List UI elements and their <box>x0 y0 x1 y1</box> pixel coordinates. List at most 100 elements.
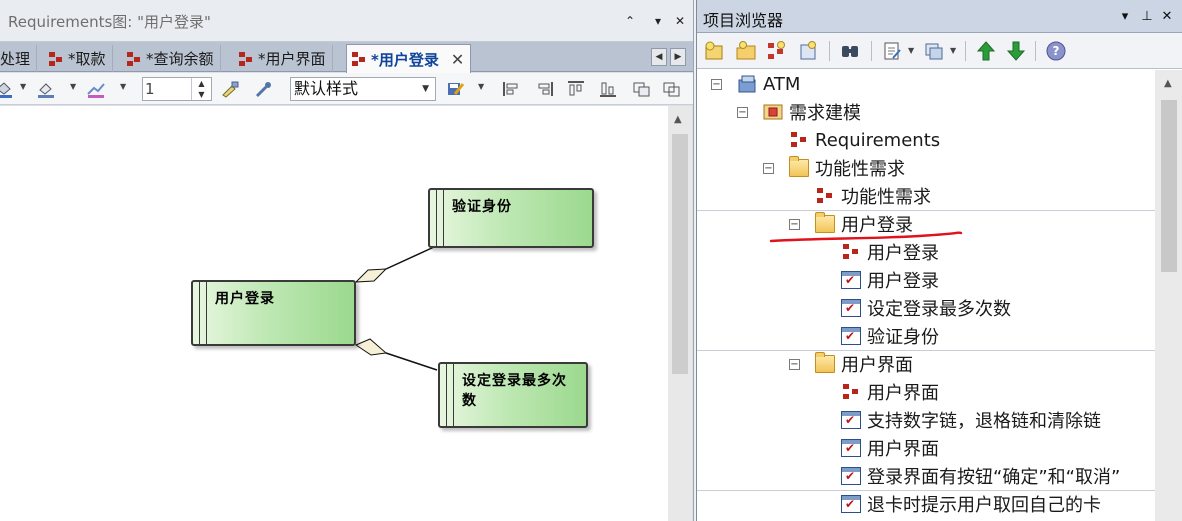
tree-item-label: 需求建模 <box>789 103 861 124</box>
aggregation-diamond-icon <box>354 268 388 283</box>
tab-withdraw[interactable]: *取款 <box>44 45 113 72</box>
requirement-element[interactable]: 用户登录 <box>191 280 356 346</box>
collapse-toggle[interactable]: − <box>789 219 800 230</box>
tree-item-user-interface-requirement[interactable]: 用户界面 <box>841 434 939 462</box>
diagram-window: Requirements图: "用户登录" ⌃ ▾ ✕ 处理 *取款 *查询余额… <box>0 0 694 521</box>
tree-item-max-login-attempts[interactable]: 设定登录最多次数 <box>841 294 1011 322</box>
requirement-element[interactable]: 验证身份 <box>428 188 594 248</box>
style-select[interactable]: 默认样式 ▼ <box>290 77 436 101</box>
tree-item-requirements-diagram[interactable]: Requirements <box>789 126 940 154</box>
requirement-element[interactable]: 设定登录最多次数 <box>438 362 588 428</box>
close-tab-icon[interactable]: ✕ <box>451 50 464 69</box>
collapse-toggle[interactable]: − <box>711 79 722 90</box>
tree-item-keypad-support[interactable]: 支持数字链，退格链和清除链 <box>841 406 1101 434</box>
line-style-icon[interactable] <box>86 80 106 98</box>
toolbar-separator <box>871 41 872 61</box>
requirements-diagram-icon <box>48 51 64 67</box>
package-model-icon <box>737 75 757 93</box>
tree-item-functional-requirements[interactable]: 功能性需求 <box>789 154 905 182</box>
align-bottom-icon[interactable] <box>598 80 618 98</box>
fill-color-icon[interactable] <box>0 80 14 98</box>
diagram-canvas[interactable]: 验证身份 用户登录 设定登录最多次数 <box>0 106 668 521</box>
toolbar-separator <box>965 41 966 61</box>
requirements-diagram-icon <box>815 187 835 205</box>
collapse-toggle[interactable]: − <box>789 359 800 370</box>
chevron-down-icon[interactable]: ▼ <box>908 46 914 55</box>
tree-item-login-buttons[interactable]: 登录界面有按钮“确定”和“取消” <box>841 462 1120 490</box>
windows-icon[interactable] <box>923 40 945 62</box>
chevron-down-icon[interactable]: ▼ <box>70 82 76 91</box>
tree-item-user-login-diagram[interactable]: 用户登录 <box>841 238 939 266</box>
move-down-icon[interactable] <box>1005 40 1027 62</box>
folder-icon <box>815 352 835 373</box>
line-width-input[interactable] <box>145 80 189 98</box>
folder-icon <box>789 156 809 177</box>
tree-item-atm[interactable]: ATM <box>737 70 800 98</box>
tree-item-requirement-model[interactable]: 需求建模 <box>763 98 861 126</box>
close-window-button[interactable]: ✕ <box>672 12 688 30</box>
properties-icon[interactable] <box>881 40 903 62</box>
new-model-icon[interactable] <box>703 40 725 62</box>
pin-panel-button[interactable]: ⊥ <box>1139 8 1155 26</box>
tree-item-label: 验证身份 <box>867 327 939 348</box>
diagram-window-title: Requirements图: "用户登录" <box>8 13 211 31</box>
line-width-stepper[interactable]: ▲▼ <box>142 77 212 101</box>
requirements-diagram-icon <box>841 383 861 401</box>
chevron-down-icon[interactable]: ▼ <box>478 82 484 91</box>
tab-user-login[interactable]: *用户登录 ✕ <box>346 44 472 73</box>
move-up-icon[interactable] <box>975 40 997 62</box>
tab-scroll-left-button[interactable]: ◀ <box>651 48 667 66</box>
chevron-down-icon[interactable]: ▼ <box>120 82 126 91</box>
tab-user-interface[interactable]: *用户界面 <box>234 45 333 72</box>
float-window-button[interactable]: ⌃ <box>622 12 638 30</box>
toolbar-separator <box>1035 41 1036 61</box>
panel-menu-button[interactable]: ▾ <box>1117 8 1133 26</box>
scroll-up-icon[interactable]: ▲ <box>674 114 682 125</box>
bring-to-front-icon[interactable] <box>662 80 682 98</box>
tree-item-verify-identity[interactable]: 验证身份 <box>841 322 939 350</box>
connector-line[interactable] <box>385 352 438 371</box>
chevron-down-icon[interactable]: ▼ <box>950 46 956 55</box>
spin-buttons[interactable]: ▲ ▼ <box>191 78 211 100</box>
help-icon[interactable]: ? <box>1045 40 1067 62</box>
align-right-icon[interactable] <box>534 80 554 98</box>
new-package-icon[interactable] <box>735 40 757 62</box>
tree-item-user-login-requirement[interactable]: 用户登录 <box>841 266 939 294</box>
eyedropper-icon[interactable] <box>254 80 274 98</box>
format-painter-icon[interactable] <box>220 80 240 98</box>
collapse-toggle[interactable]: − <box>763 163 774 174</box>
save-style-icon[interactable] <box>446 80 466 98</box>
window-menu-button[interactable]: ▾ <box>650 12 666 30</box>
row-divider <box>697 350 1155 351</box>
line-color-icon[interactable] <box>36 80 56 98</box>
find-in-project-icon[interactable] <box>839 40 861 62</box>
tab-chuli[interactable]: 处理 <box>0 45 38 72</box>
row-divider <box>697 210 1155 211</box>
svg-text:?: ? <box>1053 44 1060 58</box>
project-tree-scrollbar[interactable]: ▲ <box>1155 70 1182 521</box>
diagram-toolbar: ▼ ▼ ▼ ▲▼ 默认样式 ▼ ▼ <box>0 73 693 105</box>
tree-item-card-return-prompt[interactable]: 退卡时提示用户取回自己的卡 <box>841 490 1101 518</box>
align-left-icon[interactable] <box>502 80 522 98</box>
tree-item-label: 用户登录 <box>867 243 939 264</box>
scroll-up-icon[interactable]: ▲ <box>1164 78 1172 89</box>
same-size-icon[interactable] <box>632 80 652 98</box>
scrollbar-thumb[interactable] <box>672 134 688 374</box>
scrollbar-thumb[interactable] <box>1161 100 1177 272</box>
tree-item-user-interface-diagram[interactable]: 用户界面 <box>841 378 939 406</box>
tree-item-user-interface-folder[interactable]: 用户界面 <box>815 350 913 378</box>
connector-line[interactable] <box>385 246 435 270</box>
diagram-vertical-scrollbar[interactable]: ▲ <box>668 106 692 521</box>
tab-balance-query[interactable]: *查询余额 <box>122 45 221 72</box>
collapse-toggle[interactable]: − <box>737 107 748 118</box>
element-label: 设定登录最多次数 <box>462 373 567 409</box>
tree-item-label: 登录界面有按钮“确定”和“取消” <box>867 467 1121 488</box>
new-element-icon[interactable] <box>797 40 819 62</box>
chevron-down-icon[interactable]: ▼ <box>20 82 26 91</box>
diagram-title-bar: Requirements图: "用户登录" ⌃ ▾ ✕ <box>0 0 693 42</box>
new-diagram-icon[interactable] <box>765 40 787 62</box>
close-panel-button[interactable]: ✕ <box>1159 8 1175 26</box>
align-top-icon[interactable] <box>566 80 586 98</box>
tab-scroll-right-button[interactable]: ▶ <box>670 48 686 66</box>
tree-item-functional-requirements-diagram[interactable]: 功能性需求 <box>815 182 931 210</box>
